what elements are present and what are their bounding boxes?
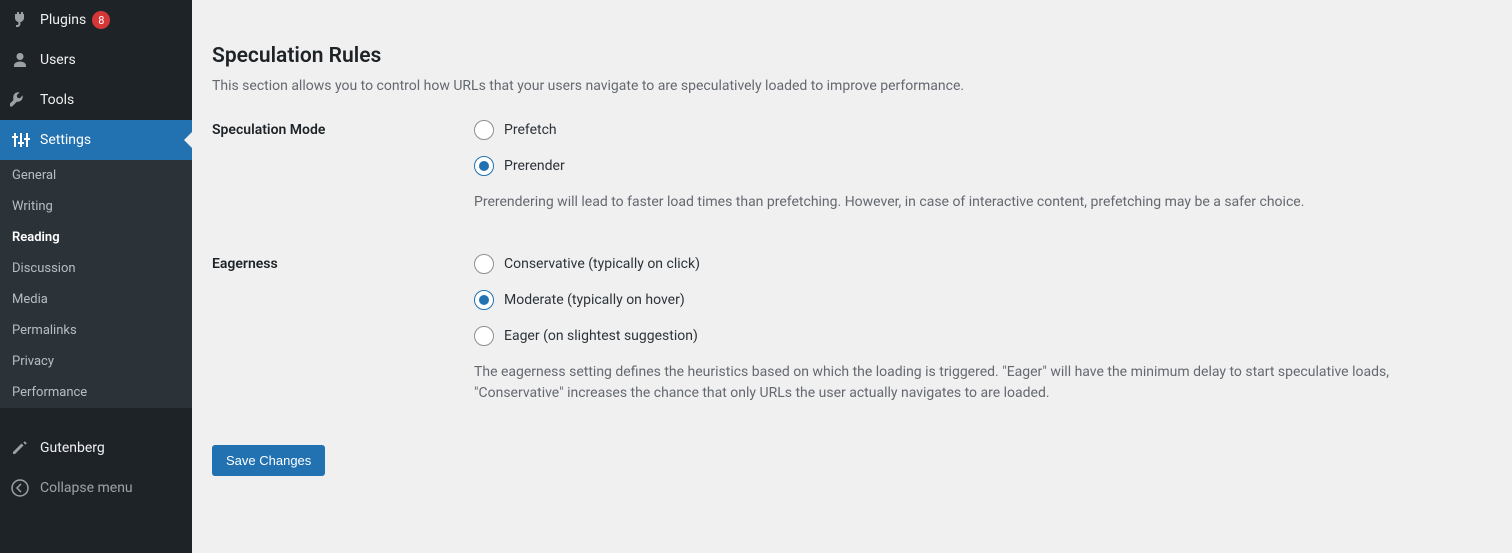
sidebar-item-label: Users	[40, 52, 76, 68]
radio-input[interactable]	[474, 120, 494, 140]
submenu-item-privacy[interactable]: Privacy	[0, 346, 192, 377]
eagerness-field: Conservative (typically on click) Modera…	[474, 254, 1492, 405]
plugin-icon	[10, 10, 30, 30]
radio-eager[interactable]: Eager (on slightest suggestion)	[474, 326, 1492, 346]
sidebar-item-label: Settings	[40, 132, 91, 148]
eagerness-description: The eagerness setting defines the heuris…	[474, 362, 1434, 405]
radio-conservative[interactable]: Conservative (typically on click)	[474, 254, 1492, 274]
settings-submenu: General Writing Reading Discussion Media…	[0, 160, 192, 408]
radio-input[interactable]	[474, 254, 494, 274]
submenu-item-reading[interactable]: Reading	[0, 222, 192, 253]
wrench-icon	[10, 90, 30, 110]
sidebar-item-tools[interactable]: Tools	[0, 80, 192, 120]
save-changes-button[interactable]: Save Changes	[212, 445, 325, 476]
sidebar-item-label: Plugins	[40, 12, 86, 28]
sidebar-item-users[interactable]: Users	[0, 40, 192, 80]
main-content: Speculation Rules This section allows yo…	[192, 0, 1512, 553]
submenu-item-discussion[interactable]: Discussion	[0, 253, 192, 284]
radio-prerender[interactable]: Prerender	[474, 156, 1492, 176]
edit-icon	[10, 438, 30, 458]
radio-label: Eager (on slightest suggestion)	[504, 328, 698, 344]
radio-label: Prerender	[504, 158, 565, 174]
eagerness-row: Eagerness Conservative (typically on cli…	[212, 254, 1492, 405]
sidebar-item-label: Tools	[40, 92, 74, 108]
collapse-menu-button[interactable]: Collapse menu	[0, 468, 192, 508]
speculation-mode-row: Speculation Mode Prefetch Prerender Prer…	[212, 120, 1492, 214]
submenu-item-media[interactable]: Media	[0, 284, 192, 315]
radio-label: Prefetch	[504, 122, 557, 138]
sidebar-item-gutenberg[interactable]: Gutenberg	[0, 428, 192, 468]
plugins-update-badge: 8	[92, 11, 110, 29]
speculation-mode-description: Prerendering will lead to faster load ti…	[474, 192, 1434, 214]
sliders-icon	[10, 130, 30, 150]
radio-moderate[interactable]: Moderate (typically on hover)	[474, 290, 1492, 310]
submenu-item-general[interactable]: General	[0, 160, 192, 191]
radio-prefetch[interactable]: Prefetch	[474, 120, 1492, 140]
speculation-mode-label: Speculation Mode	[212, 120, 474, 214]
radio-input[interactable]	[474, 156, 494, 176]
section-description: This section allows you to control how U…	[212, 78, 1412, 94]
radio-label: Conservative (typically on click)	[504, 256, 700, 272]
radio-input[interactable]	[474, 326, 494, 346]
admin-sidebar: Plugins 8 Users Tools Settings General W…	[0, 0, 192, 553]
sidebar-item-settings[interactable]: Settings	[0, 120, 192, 160]
collapse-icon	[10, 478, 30, 498]
sidebar-item-label: Gutenberg	[40, 440, 105, 456]
radio-input[interactable]	[474, 290, 494, 310]
section-title: Speculation Rules	[212, 44, 1492, 68]
eagerness-label: Eagerness	[212, 254, 474, 405]
sidebar-item-label: Collapse menu	[40, 480, 133, 496]
radio-label: Moderate (typically on hover)	[504, 292, 685, 308]
speculation-mode-field: Prefetch Prerender Prerendering will lea…	[474, 120, 1492, 214]
submenu-item-performance[interactable]: Performance	[0, 377, 192, 408]
submenu-item-permalinks[interactable]: Permalinks	[0, 315, 192, 346]
submenu-item-writing[interactable]: Writing	[0, 191, 192, 222]
user-icon	[10, 50, 30, 70]
sidebar-item-plugins[interactable]: Plugins 8	[0, 0, 192, 40]
